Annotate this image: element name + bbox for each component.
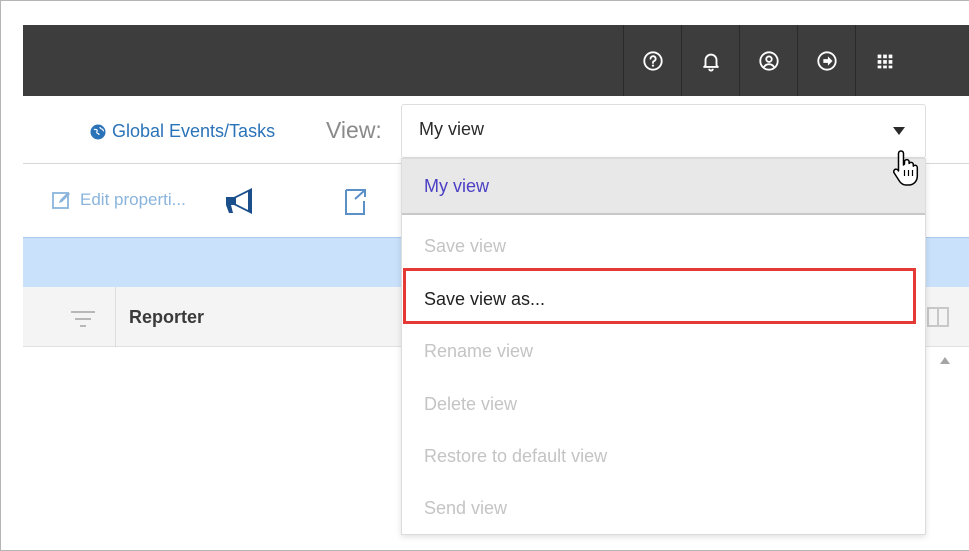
logout-icon xyxy=(816,50,837,71)
global-link-label: Global Events/Tasks xyxy=(112,121,276,141)
user-profile-button[interactable] xyxy=(739,25,797,96)
view-select-value: My view xyxy=(419,119,485,139)
chevron-down-icon xyxy=(893,127,905,135)
apps-grid-icon xyxy=(877,54,892,68)
logout-button[interactable] xyxy=(797,25,855,96)
global-events-tasks-link[interactable]: Global Events/Tasks xyxy=(90,121,275,142)
megaphone-icon[interactable] xyxy=(222,185,262,217)
help-icon xyxy=(642,50,663,71)
column-separator xyxy=(115,287,116,347)
top-navigation-bar xyxy=(23,25,969,96)
help-button[interactable] xyxy=(623,25,681,96)
menu-item-save-view-as[interactable]: Save view as... xyxy=(402,273,925,325)
menu-item-restore-default-view: Restore to default view xyxy=(424,445,608,466)
bell-icon xyxy=(702,53,719,72)
user-icon xyxy=(758,50,779,71)
edit-icon xyxy=(52,192,70,209)
apps-menu-button[interactable] xyxy=(855,25,913,96)
view-select[interactable]: My view xyxy=(401,104,926,158)
hand-pointer-cursor-icon xyxy=(892,150,919,186)
view-label: View: xyxy=(326,117,382,143)
menu-item-my-view[interactable]: My view xyxy=(402,159,925,215)
export-icon[interactable] xyxy=(343,187,369,217)
notifications-button[interactable] xyxy=(681,25,739,96)
edit-properties-button[interactable]: Edit properti... xyxy=(51,189,186,211)
filter-icon[interactable] xyxy=(70,309,96,329)
menu-item-send-view: Send view xyxy=(424,497,508,518)
menu-item-delete-view: Delete view xyxy=(424,393,518,414)
menu-item-save-view: Save view xyxy=(424,235,507,256)
column-header-reporter[interactable]: Reporter xyxy=(129,307,204,328)
edit-properties-label: Edit properti... xyxy=(80,190,186,209)
globe-icon xyxy=(90,124,106,139)
scroll-up-arrow-icon[interactable] xyxy=(939,355,951,365)
columns-icon[interactable] xyxy=(927,307,949,327)
view-options-menu: My view Save view Save view as... Rename… xyxy=(401,158,926,535)
menu-item-rename-view: Rename view xyxy=(424,340,534,361)
